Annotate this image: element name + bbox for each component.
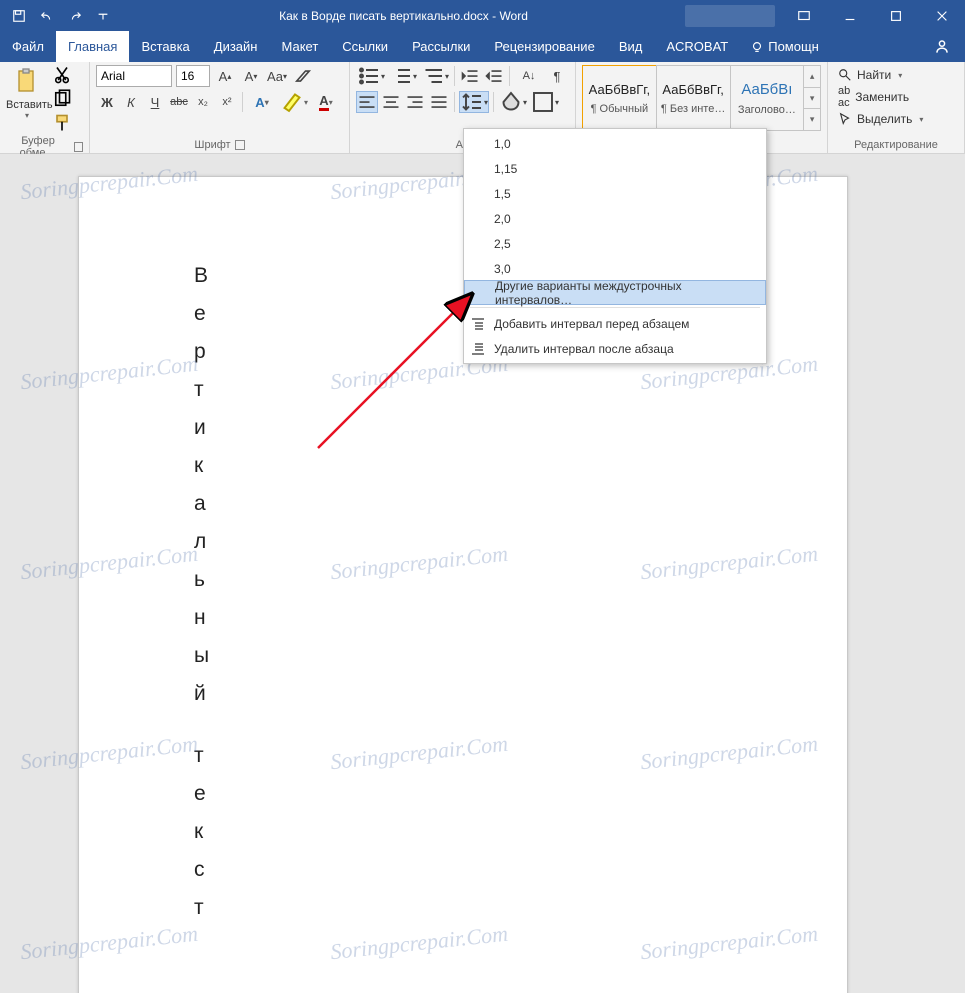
tab-design[interactable]: Дизайн: [202, 31, 270, 62]
line-spacing-menu: 1,0 1,15 1,5 2,0 2,5 3,0 Другие варианты…: [463, 128, 767, 364]
qa-customize-icon[interactable]: [90, 3, 116, 29]
clear-formatting-icon[interactable]: [292, 65, 314, 87]
bulb-icon: [750, 40, 764, 54]
line-spacing-button[interactable]: ▾: [459, 91, 489, 113]
ribbon-tabs: Файл Главная Вставка Дизайн Макет Ссылки…: [0, 31, 965, 62]
remove-space-after[interactable]: Удалить интервал после абзаца: [464, 336, 766, 361]
spacing-2-0[interactable]: 2,0: [464, 206, 766, 231]
vertical-text-2[interactable]: текст: [194, 737, 206, 927]
increase-indent-icon[interactable]: [483, 65, 505, 87]
paste-button[interactable]: Вставить ▾: [6, 65, 48, 120]
strikethrough-button[interactable]: abc: [168, 91, 190, 113]
style-heading1[interactable]: АаБбВı Заголово…: [730, 65, 805, 131]
paste-icon: [15, 68, 39, 96]
group-editing: Найти▾ abacЗаменить Выделить▾ Редактиров…: [828, 62, 965, 153]
align-center-icon[interactable]: [380, 91, 402, 113]
title-bar: Как в Ворде писать вертикально.docx - Wo…: [0, 0, 965, 31]
minimize-icon[interactable]: [827, 0, 873, 31]
show-marks-icon[interactable]: ¶: [546, 65, 568, 87]
spacing-1-15[interactable]: 1,15: [464, 156, 766, 181]
font-label: Шрифт: [194, 139, 230, 151]
vertical-text-1[interactable]: Вертикальный: [194, 257, 209, 713]
borders-icon[interactable]: ▾: [530, 91, 560, 113]
window-title: Как в Ворде писать вертикально.docx - Wo…: [122, 9, 685, 23]
maximize-icon[interactable]: [873, 0, 919, 31]
align-left-icon[interactable]: [356, 91, 378, 113]
editing-label: Редактирование: [854, 139, 938, 151]
tell-me-label: Помощн: [768, 39, 819, 54]
tab-insert[interactable]: Вставка: [129, 31, 201, 62]
bullets-icon[interactable]: ▾: [356, 65, 386, 87]
highlight-icon[interactable]: ▾: [279, 91, 309, 113]
cursor-icon: [838, 112, 852, 126]
tab-references[interactable]: Ссылки: [330, 31, 400, 62]
align-right-icon[interactable]: [404, 91, 426, 113]
grow-font-icon[interactable]: A▴: [214, 65, 236, 87]
style-no-spacing[interactable]: АаБбВвГг, ¶ Без инте…: [656, 65, 731, 131]
tab-view[interactable]: Вид: [607, 31, 655, 62]
format-painter-icon[interactable]: [52, 113, 72, 133]
spacing-1-0[interactable]: 1,0: [464, 131, 766, 156]
copy-icon[interactable]: [52, 89, 72, 109]
underline-button[interactable]: Ч: [144, 91, 166, 113]
italic-button[interactable]: К: [120, 91, 142, 113]
replace-button[interactable]: abacЗаменить: [834, 87, 958, 107]
paste-label: Вставить: [6, 99, 48, 111]
redo-icon[interactable]: [62, 3, 88, 29]
cut-icon[interactable]: [52, 65, 72, 85]
ribbon-display-icon[interactable]: [781, 0, 827, 31]
tell-me-search[interactable]: Помощн: [740, 31, 829, 62]
add-space-before[interactable]: Добавить интервал перед абзацем: [464, 311, 766, 336]
close-icon[interactable]: [919, 0, 965, 31]
bold-button[interactable]: Ж: [96, 91, 118, 113]
remove-space-after-icon: [470, 341, 486, 357]
select-button[interactable]: Выделить▾: [834, 109, 958, 129]
change-case-icon[interactable]: Aa▾: [266, 65, 288, 87]
share-icon: [933, 38, 951, 56]
tab-acrobat[interactable]: ACROBAT: [654, 31, 740, 62]
find-button[interactable]: Найти▾: [834, 65, 958, 85]
spacing-3-0[interactable]: 3,0: [464, 256, 766, 281]
spacing-1-5[interactable]: 1,5: [464, 181, 766, 206]
decrease-indent-icon[interactable]: [459, 65, 481, 87]
tab-layout[interactable]: Макет: [269, 31, 330, 62]
shrink-font-icon[interactable]: A▾: [240, 65, 262, 87]
search-icon: [838, 68, 852, 82]
font-size-select[interactable]: [176, 65, 210, 87]
tab-file[interactable]: Файл: [0, 31, 56, 62]
superscript-button[interactable]: x²: [216, 91, 238, 113]
add-space-before-icon: [470, 316, 486, 332]
menu-separator: [470, 307, 760, 308]
text-effects-icon[interactable]: A▾: [247, 91, 277, 113]
shading-icon[interactable]: ▾: [498, 91, 528, 113]
multilevel-list-icon[interactable]: ▾: [420, 65, 450, 87]
clipboard-dialog-launcher[interactable]: [74, 142, 83, 152]
group-font: A▴ A▾ Aa▾ Ж К Ч abc x₂ x² A▾ ▾ A▾ Шрифт: [90, 62, 350, 153]
font-color-icon[interactable]: A▾: [311, 91, 341, 113]
account-box[interactable]: [685, 5, 775, 27]
save-icon[interactable]: [6, 3, 32, 29]
tab-review[interactable]: Рецензирование: [482, 31, 606, 62]
font-name-select[interactable]: [96, 65, 172, 87]
style-normal[interactable]: АаБбВвГг, ¶ Обычный: [582, 65, 657, 131]
tab-mailings[interactable]: Рассылки: [400, 31, 482, 62]
numbering-icon[interactable]: ▾: [388, 65, 418, 87]
group-clipboard: Вставить ▾ Буфер обме…: [0, 62, 90, 153]
quick-access-toolbar: [0, 3, 122, 29]
tab-home[interactable]: Главная: [56, 31, 129, 62]
justify-icon[interactable]: [428, 91, 450, 113]
spacing-2-5[interactable]: 2,5: [464, 231, 766, 256]
styles-gallery-nav[interactable]: ▴▾▾: [803, 65, 821, 131]
font-dialog-launcher[interactable]: [235, 140, 245, 150]
spacing-options[interactable]: Другие варианты междустрочных интервалов…: [464, 280, 766, 305]
subscript-button[interactable]: x₂: [192, 91, 214, 113]
sort-icon[interactable]: А↓: [514, 65, 544, 87]
replace-icon: abac: [838, 85, 850, 109]
undo-icon[interactable]: [34, 3, 60, 29]
share-button[interactable]: [919, 31, 965, 62]
